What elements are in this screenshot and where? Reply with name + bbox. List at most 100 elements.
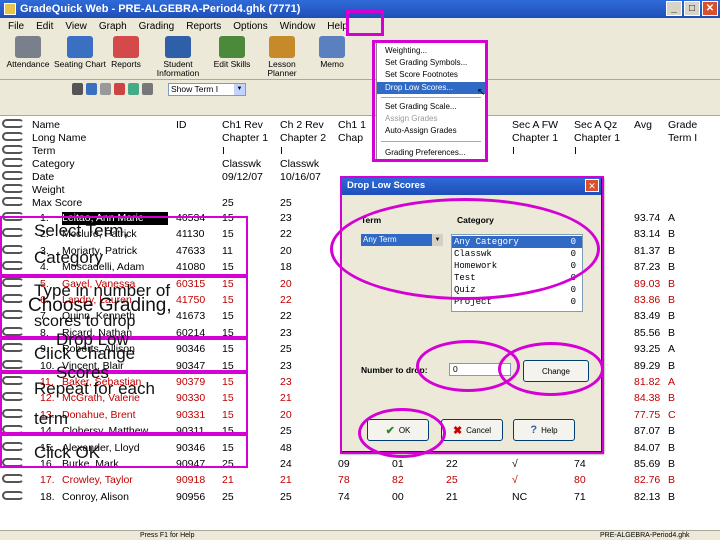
toolbar-button-memo[interactable]: Memo (304, 36, 360, 69)
score-cell[interactable]: 20 (280, 409, 292, 422)
score-cell[interactable]: 23 (280, 376, 292, 389)
term-selector[interactable]: Show Term I ▼ (168, 83, 246, 96)
print-icon[interactable] (72, 83, 83, 95)
score-cell[interactable]: 87.07 (634, 425, 660, 438)
chart-icon[interactable] (114, 83, 125, 95)
score-cell[interactable]: B (668, 491, 675, 504)
score-cell[interactable]: B (668, 310, 675, 323)
score-cell[interactable]: 93.74 (634, 212, 660, 225)
menu-item-graph[interactable]: Graph (93, 21, 133, 32)
toolbar-button-edit-skills[interactable]: Edit Skills (204, 36, 260, 69)
score-cell[interactable]: 85.69 (634, 458, 660, 471)
score-cell[interactable]: 78 (338, 474, 350, 487)
student-name[interactable]: Conroy, Alison (62, 491, 168, 504)
score-cell[interactable]: √ (512, 474, 518, 487)
score-cell[interactable]: 25 (280, 491, 292, 504)
score-cell[interactable]: B (668, 261, 675, 274)
score-cell[interactable]: B (668, 458, 675, 471)
score-cell[interactable]: 89.03 (634, 278, 660, 291)
toolbar-button-calendar[interactable]: Attendance (0, 36, 56, 69)
score-cell[interactable]: 90956 (176, 491, 205, 504)
score-cell[interactable]: 22 (280, 310, 292, 323)
score-cell[interactable]: 22 (446, 458, 458, 471)
menu-item-window[interactable]: Window (274, 21, 322, 32)
score-cell[interactable]: C (668, 409, 676, 422)
score-cell[interactable]: 89.29 (634, 360, 660, 373)
score-cell[interactable]: 21 (280, 392, 292, 405)
menu-item-options[interactable]: Options (227, 21, 273, 32)
score-cell[interactable]: 81.82 (634, 376, 660, 389)
score-cell[interactable]: B (668, 228, 675, 241)
score-cell[interactable]: B (668, 278, 675, 291)
score-cell[interactable]: 22 (280, 294, 292, 307)
table-row[interactable]: 18. Conroy, Alison 90956 25 25 74 00 21 NC 71 82.1… (0, 490, 720, 504)
score-cell[interactable]: 00 (392, 491, 404, 504)
score-cell[interactable]: 48 (280, 442, 292, 455)
score-cell[interactable]: 01 (392, 458, 404, 471)
score-cell[interactable]: 83.86 (634, 294, 660, 307)
toolbar-button-lesson-planner[interactable]: Lesson Planner (254, 36, 310, 78)
menu-item-view[interactable]: View (59, 21, 93, 32)
score-cell[interactable]: B (668, 474, 675, 487)
score-cell[interactable]: NC (512, 491, 527, 504)
minimize-button[interactable]: _ (666, 1, 682, 16)
score-cell[interactable]: 82 (392, 474, 404, 487)
score-cell[interactable]: 25 (222, 491, 234, 504)
score-cell[interactable]: B (668, 442, 675, 455)
score-cell[interactable]: B (668, 425, 675, 438)
score-cell[interactable]: 74 (574, 458, 586, 471)
score-cell[interactable]: 84.38 (634, 392, 660, 405)
student-name[interactable]: Crowley, Taylor (62, 474, 168, 487)
menu-item-edit[interactable]: Edit (30, 21, 59, 32)
toolbar-button-reports[interactable]: Reports (98, 36, 154, 69)
menu-item-grading[interactable]: Grading (133, 21, 181, 32)
score-cell[interactable]: 20 (280, 245, 292, 258)
toolbar-button-student-info[interactable]: Student Information (150, 36, 206, 78)
score-cell[interactable]: 77.75 (634, 409, 660, 422)
score-cell[interactable]: 21 (280, 474, 292, 487)
score-cell[interactable]: 74 (338, 491, 350, 504)
score-cell[interactable]: 21 (222, 474, 234, 487)
filter-icon[interactable] (128, 83, 139, 95)
score-cell[interactable]: 23 (280, 212, 292, 225)
score-cell[interactable]: B (668, 327, 675, 340)
table-row[interactable]: 17. Crowley, Taylor 90918 21 21 78 82 25 √ 80 82.7… (0, 474, 720, 487)
score-cell[interactable]: √ (512, 458, 518, 471)
maximize-button[interactable]: □ (684, 1, 700, 16)
score-cell[interactable]: 18 (280, 261, 292, 274)
score-cell[interactable]: B (668, 245, 675, 258)
sort-icon[interactable] (142, 83, 153, 95)
close-button[interactable]: ✕ (702, 1, 718, 16)
score-cell[interactable]: 82.13 (634, 491, 660, 504)
menu-item-reports[interactable]: Reports (180, 21, 227, 32)
menu-item-file[interactable]: File (2, 21, 30, 32)
score-cell[interactable]: 20 (280, 278, 292, 291)
score-cell[interactable]: 23 (280, 360, 292, 373)
score-cell[interactable]: 82.76 (634, 474, 660, 487)
score-cell[interactable]: 85.56 (634, 327, 660, 340)
score-cell[interactable]: 25 (280, 425, 292, 438)
score-cell[interactable]: 22 (280, 228, 292, 241)
score-cell[interactable]: 71 (574, 491, 586, 504)
score-cell[interactable]: 84.07 (634, 442, 660, 455)
score-cell[interactable]: A (668, 343, 675, 356)
score-cell[interactable]: A (668, 212, 675, 225)
score-cell[interactable]: 09 (338, 458, 350, 471)
copy-icon[interactable] (100, 83, 111, 95)
score-cell[interactable]: 24 (280, 458, 292, 471)
score-cell[interactable]: B (668, 392, 675, 405)
score-cell[interactable]: 87.23 (634, 261, 660, 274)
save-icon[interactable] (86, 83, 97, 95)
score-cell[interactable]: 80 (574, 474, 586, 487)
score-cell[interactable]: 21 (446, 491, 458, 504)
score-cell[interactable]: 83.49 (634, 310, 660, 323)
score-cell[interactable]: 23 (280, 327, 292, 340)
score-cell[interactable]: 25 (446, 474, 458, 487)
score-cell[interactable]: 90918 (176, 474, 205, 487)
score-cell[interactable]: B (668, 294, 675, 307)
score-cell[interactable]: 81.37 (634, 245, 660, 258)
score-cell[interactable]: B (668, 360, 675, 373)
score-cell[interactable]: A (668, 376, 675, 389)
score-cell[interactable]: 83.14 (634, 228, 660, 241)
score-cell[interactable]: 25 (280, 343, 292, 356)
